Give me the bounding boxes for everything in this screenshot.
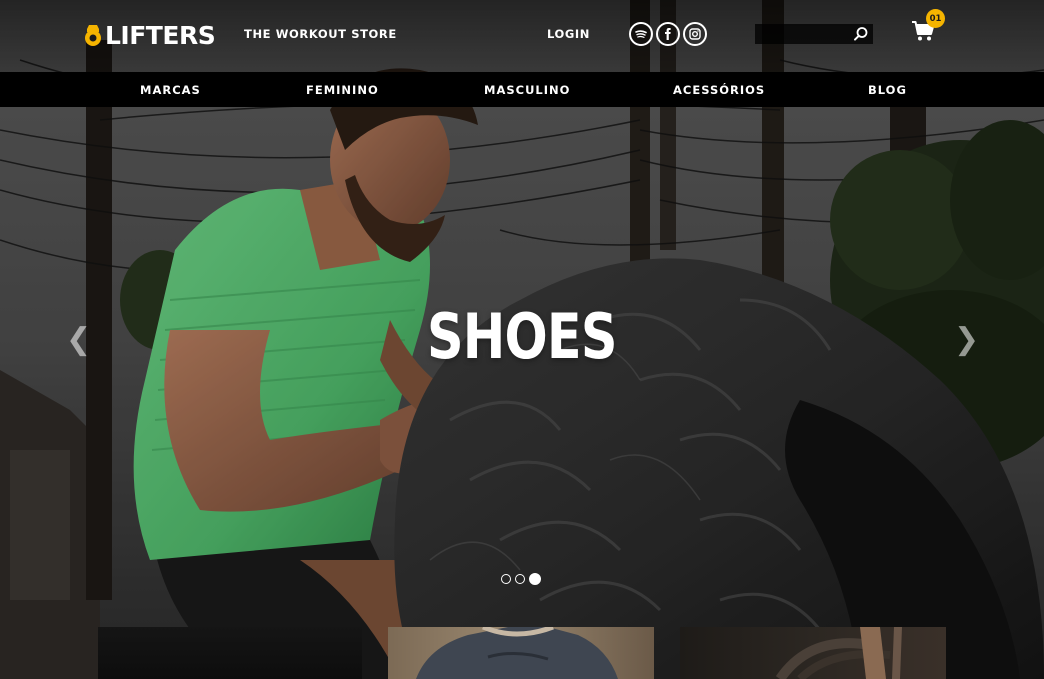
logo-text: LIFTERS: [105, 20, 216, 50]
search-icon[interactable]: [853, 26, 869, 42]
promo-tile-image: [416, 627, 618, 679]
nav-item-feminino[interactable]: FEMININO: [306, 83, 379, 97]
promo-tile[interactable]: [388, 627, 654, 679]
site-tagline: THE WORKOUT STORE: [244, 27, 397, 41]
slide-title: SHOES: [426, 300, 617, 373]
promo-tile-image: [775, 627, 902, 679]
slider-next-button[interactable]: ❯: [954, 322, 979, 358]
social-links: [629, 22, 707, 46]
facebook-icon[interactable]: [656, 22, 680, 46]
search-bar: [755, 24, 873, 44]
nav-item-blog[interactable]: BLOG: [868, 83, 907, 97]
slider-pagination: [501, 573, 541, 585]
cart-count-badge: 01: [926, 9, 945, 28]
logo-kettlebell-icon: [85, 25, 101, 46]
slider-dot[interactable]: [515, 574, 525, 584]
instagram-icon[interactable]: [683, 22, 707, 46]
login-link[interactable]: LOGIN: [547, 27, 590, 41]
site-header: LIFTERS THE WORKOUT STORE LOGIN 01: [0, 0, 1044, 72]
promo-tile[interactable]: [680, 627, 946, 679]
nav-item-acessorios[interactable]: ACESSÓRIOS: [673, 83, 765, 97]
slider-prev-button[interactable]: ❮: [66, 322, 91, 358]
site-logo[interactable]: LIFTERS: [84, 20, 216, 50]
promo-tile[interactable]: [98, 627, 362, 679]
nav-item-marcas[interactable]: MARCAS: [140, 83, 201, 97]
search-input[interactable]: [755, 28, 853, 40]
main-nav: MARCAS FEMININO MASCULINO ACESSÓRIOS BLO…: [0, 72, 1044, 107]
slider-dot-active[interactable]: [529, 573, 541, 585]
nav-item-masculino[interactable]: MASCULINO: [484, 83, 570, 97]
spotify-icon[interactable]: [629, 22, 653, 46]
slider-dot[interactable]: [501, 574, 511, 584]
